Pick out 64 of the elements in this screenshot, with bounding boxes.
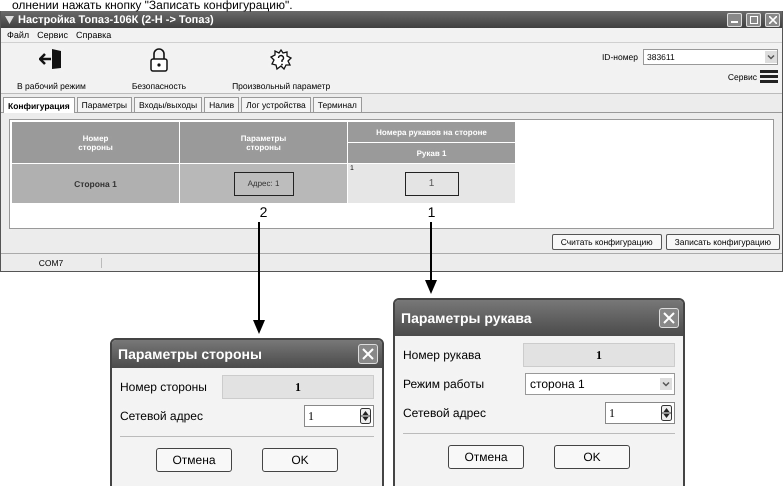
- cancel-button[interactable]: Отмена: [156, 448, 232, 472]
- hose-button[interactable]: 1: [404, 172, 458, 196]
- close-button[interactable]: [659, 308, 679, 328]
- column-header: Параметры стороны: [180, 122, 347, 163]
- tab[interactable]: Конфигурация: [3, 97, 75, 113]
- callout-number: 2: [260, 204, 268, 220]
- document-text: олнении нажать кнопку "Записать конфигурацию".: [11, 0, 294, 11]
- app-icon: [5, 16, 14, 24]
- minimize-button[interactable]: [727, 12, 742, 26]
- dialog-title: Параметры стороны: [118, 346, 262, 362]
- tab[interactable]: Лог устройства: [241, 97, 311, 112]
- close-icon: [362, 348, 374, 360]
- door-arrow-icon: [39, 48, 64, 70]
- field-label: Сетевой адрес: [120, 409, 203, 423]
- column-header: Номер стороны: [12, 122, 179, 163]
- id-dropdown[interactable]: 383611: [643, 49, 778, 65]
- close-button[interactable]: [358, 344, 378, 364]
- mode-dropdown[interactable]: сторона 1: [525, 373, 675, 395]
- close-icon: [768, 16, 776, 24]
- tab[interactable]: Терминал: [312, 97, 362, 112]
- cancel-button[interactable]: Отмена: [448, 445, 524, 469]
- column-header: Рукав 1: [348, 143, 515, 163]
- read-config-button[interactable]: Считать конфигурацию: [552, 234, 662, 250]
- ok-button[interactable]: OK: [262, 448, 338, 472]
- id-label: ID-номер: [602, 52, 638, 62]
- dialog-title: Параметры рукава: [401, 310, 532, 326]
- menu-item[interactable]: Сервис: [37, 30, 68, 40]
- toolbar-button[interactable]: В рабочий режим: [11, 43, 92, 93]
- address-spin-field[interactable]: 1: [304, 405, 374, 427]
- toolbar-button[interactable]: Безопасность: [126, 43, 192, 93]
- callout-number: 1: [428, 204, 436, 220]
- chevron-down-icon: [660, 378, 672, 390]
- address-spin-field[interactable]: 1: [605, 402, 675, 424]
- gear-question-icon: [269, 48, 294, 72]
- lock-icon: [150, 48, 168, 72]
- readonly-field: 1: [222, 375, 374, 399]
- close-icon: [663, 312, 675, 324]
- ok-button[interactable]: OK: [554, 445, 630, 469]
- tab[interactable]: Параметры: [76, 97, 132, 112]
- field-label: Номер рукава: [403, 348, 481, 362]
- maximize-button[interactable]: [746, 12, 761, 26]
- status-text: COM7: [1, 258, 102, 268]
- menu-icon: [760, 70, 778, 83]
- tab[interactable]: Налив: [204, 97, 240, 112]
- pointer-arrow: [425, 222, 437, 294]
- column-header: Номера рукавов на стороне: [348, 122, 515, 142]
- table-cell: Сторона 1: [12, 164, 179, 203]
- spinner-icon[interactable]: [360, 408, 371, 424]
- readonly-field: 1: [523, 343, 675, 367]
- spinner-icon[interactable]: [661, 405, 672, 421]
- window-title: Настройка Топаз-106К (2-Н -> Топаз): [18, 14, 215, 26]
- field-label: Номер стороны: [120, 380, 207, 394]
- service-button[interactable]: Сервис: [728, 70, 778, 83]
- field-label: Режим работы: [403, 377, 484, 391]
- chevron-down-icon: [765, 51, 777, 63]
- maximize-icon: [750, 16, 758, 24]
- menu-item[interactable]: Файл: [7, 30, 30, 40]
- toolbar-button[interactable]: Произвольный параметр: [226, 43, 336, 93]
- address-button[interactable]: Адрес: 1: [234, 172, 294, 196]
- write-config-button[interactable]: Записать конфигурацию: [666, 234, 780, 250]
- field-label: Сетевой адрес: [403, 406, 486, 420]
- tab[interactable]: Входы/выходы: [134, 97, 202, 112]
- menu-item[interactable]: Справка: [76, 30, 112, 40]
- close-button[interactable]: [765, 12, 780, 26]
